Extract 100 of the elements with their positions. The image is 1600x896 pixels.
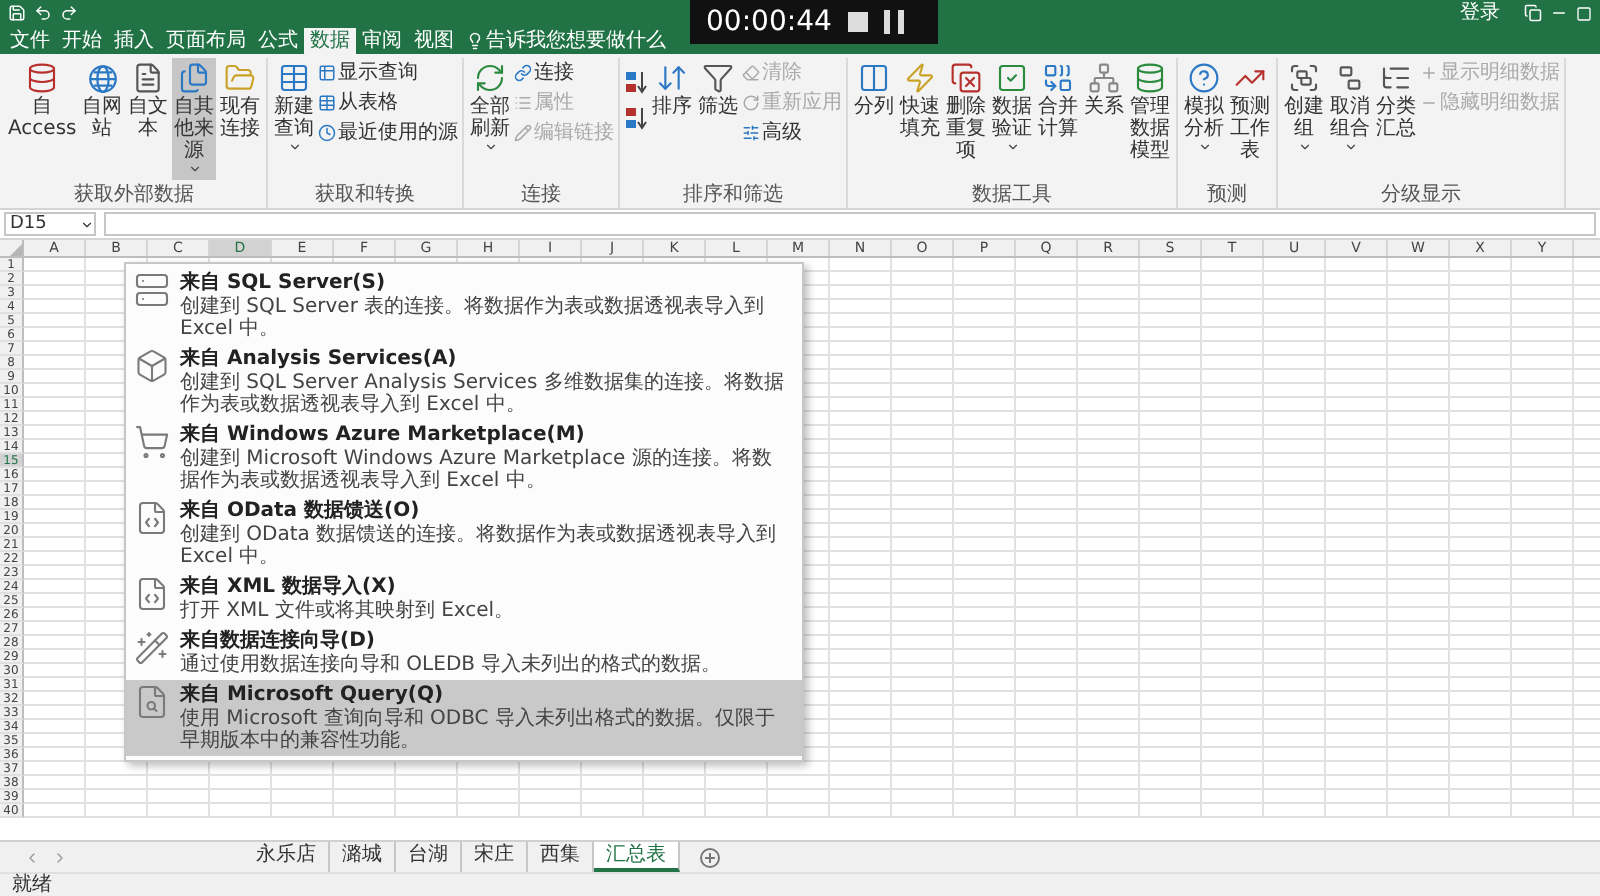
cart-icon xyxy=(134,424,170,460)
ribbon-small-button[interactable]: 高级 xyxy=(742,120,843,146)
maximize-icon[interactable] xyxy=(1576,5,1592,21)
menu-item[interactable]: 来自 OData 数据馈送(O) 创建到 OData 数据馈送的连接。将数据作为表或数据透视表导入到 Excel 中。 xyxy=(126,496,802,572)
ribbon-button[interactable]: 筛选 xyxy=(696,58,741,174)
save-icon[interactable] xyxy=(8,4,26,22)
caret-icon xyxy=(1343,140,1358,154)
menu-item-title: 来自 XML 数据导入(X) xyxy=(180,576,398,599)
menu-item-title: 来自 SQL Server(S) xyxy=(180,272,388,295)
delete-duplicates-icon xyxy=(948,60,985,96)
sort-icon xyxy=(654,60,691,96)
menu-item-title: 来自数据连接向导(D) xyxy=(180,630,377,653)
menu-item[interactable]: 来自 XML 数据导入(X) 打开 XML 文件或将其映射到 Excel。 xyxy=(126,572,802,626)
ribbon-small-button[interactable]: 显示查询 xyxy=(318,60,459,86)
clock-icon xyxy=(318,124,337,142)
sheet-tab[interactable]: 汇总表 xyxy=(594,842,680,872)
menu-item[interactable]: 来自 Microsoft Query(Q) 使用 Microsoft 查询向导和 ODBC 导入未列出格式的数据。仅限于早期版本中的兼容性功能。 xyxy=(126,680,802,756)
caret-icon xyxy=(1197,140,1212,154)
tell-me-search[interactable]: 告诉我您想要做什么 xyxy=(466,28,666,54)
ribbon-tab[interactable]: 视图 xyxy=(408,28,460,54)
ribbon-button[interactable]: 分列 xyxy=(852,58,897,174)
ribbon-small-button[interactable]: 从表格 xyxy=(318,90,459,116)
ribbon-button[interactable]: 现有连接 xyxy=(218,58,263,174)
ribbon-button[interactable]: 自其他来源 xyxy=(172,58,217,180)
ribbon-button[interactable]: 数据验证 xyxy=(990,58,1035,174)
ribbon-tab[interactable]: 公式 xyxy=(252,28,304,54)
pencil-icon xyxy=(514,124,533,142)
table-icon xyxy=(318,64,337,82)
ribbon-button[interactable]: 新建查询 xyxy=(272,58,317,174)
menu-item-description: 通过使用数据连接向导和 OLEDB 导入未列出的格式的数据。 xyxy=(180,654,722,676)
ribbon-button[interactable]: 删除重复项 xyxy=(944,58,989,174)
wizard-icon xyxy=(134,630,170,666)
ribbon-button[interactable]: 预测工作表 xyxy=(1228,58,1273,174)
ribbon-tab[interactable]: 审阅 xyxy=(356,28,408,54)
ribbon-button[interactable]: 取消组合 xyxy=(1328,58,1373,174)
ribbon-tab[interactable]: 开始 xyxy=(56,28,108,54)
caret-icon xyxy=(187,162,202,176)
group-icon xyxy=(1286,60,1323,96)
sort-descending-icon[interactable] xyxy=(624,106,649,130)
ribbon-tab[interactable]: 文件 xyxy=(4,28,56,54)
menu-item-description: 创建到 SQL Server 表的连接。将数据作为表或数据透视表导入到 Excel 中。 xyxy=(180,296,767,340)
lightbulb-icon xyxy=(466,32,484,50)
eraser-icon xyxy=(742,64,761,82)
ribbon-button[interactable]: 自 Access xyxy=(6,58,79,174)
ribbon-small-button[interactable]: 最近使用的源 xyxy=(318,120,459,146)
refresh-icon xyxy=(472,60,509,96)
checkbox-icon xyxy=(994,60,1031,96)
menu-item-description: 打开 XML 文件或将其映射到 Excel。 xyxy=(180,600,515,622)
folder-icon xyxy=(222,60,259,96)
ribbon-button[interactable]: 模拟分析 xyxy=(1182,58,1227,174)
ribbon-button[interactable]: 管理数据模型 xyxy=(1128,58,1173,174)
ribbon-button[interactable]: 自网站 xyxy=(80,58,125,174)
group-label: 连接 xyxy=(519,184,564,208)
ribbon-small-button[interactable]: 连接 xyxy=(514,60,615,86)
group-label: 预测 xyxy=(1205,184,1250,208)
sort-ascending-icon[interactable] xyxy=(624,70,649,94)
ribbon-button[interactable]: 创建组 xyxy=(1282,58,1327,174)
ribbon-button[interactable]: 全部刷新 xyxy=(468,58,513,174)
ribbon-button[interactable]: 排序 xyxy=(650,58,695,174)
redo-icon[interactable] xyxy=(60,4,78,22)
lightning-icon xyxy=(902,60,939,96)
menu-item-title: 来自 Microsoft Query(Q) xyxy=(180,684,446,707)
group-label: 获取和转换 xyxy=(313,184,418,208)
formula-field[interactable] xyxy=(104,212,1596,236)
stop-icon[interactable] xyxy=(847,12,868,32)
menu-item-title: 来自 Analysis Services(A) xyxy=(180,348,459,371)
group-label: 排序和筛选 xyxy=(681,184,786,208)
undo-icon[interactable] xyxy=(34,4,52,22)
group-label: 获取外部数据 xyxy=(72,184,197,208)
ribbon-button[interactable]: 分类汇总 xyxy=(1374,58,1419,174)
ribbon-tab[interactable]: 插入 xyxy=(108,28,160,54)
ribbon-button[interactable]: 快速填充 xyxy=(898,58,943,174)
caret-icon xyxy=(483,140,498,154)
ribbon-button[interactable]: 合并计算 xyxy=(1036,58,1081,174)
database-icon xyxy=(1132,60,1169,96)
menu-item-title: 来自 OData 数据馈送(O) xyxy=(180,500,422,523)
query-document-icon xyxy=(134,684,170,720)
ribbon-button[interactable]: 自文本 xyxy=(126,58,171,174)
ribbon-tab[interactable]: 数据 xyxy=(304,28,356,54)
question-icon xyxy=(1186,60,1223,96)
menu-item[interactable]: 来自 Windows Azure Marketplace(M) 创建到 Microsoft Windows Azure Marketplace 源的连接。将数据作为表或数据透视表导入到 Excel 中。 xyxy=(126,420,802,496)
recording-time: 00:00:44 xyxy=(706,6,832,38)
database-icon xyxy=(24,60,61,96)
plus-icon xyxy=(1420,64,1439,82)
group-label: 分级显示 xyxy=(1379,184,1464,208)
menu-item[interactable]: 来自数据连接向导(D) 通过使用数据连接向导和 OLEDB 导入未列出的格式的数据。 xyxy=(126,626,802,680)
name-box[interactable]: D15 xyxy=(4,212,96,236)
menu-item[interactable]: 来自 Analysis Services(A) 创建到 SQL Server Analysis Services 多维数据集的连接。将数据作为表或数据透视表导入到 Excel 中。 xyxy=(126,344,802,420)
menu-item[interactable]: 来自 SQL Server(S) 创建到 SQL Server 表的连接。将数据作为表或数据透视表导入到 Excel 中。 xyxy=(126,268,802,344)
ribbon-tab[interactable]: 页面布局 xyxy=(160,28,252,54)
pause-icon[interactable] xyxy=(883,10,904,34)
combine-icon xyxy=(1040,60,1077,96)
sign-in-link[interactable]: 登录 xyxy=(1460,3,1500,23)
ribbon-button[interactable]: 关系 xyxy=(1082,58,1127,174)
rotate-icon xyxy=(742,94,761,112)
sliders-icon xyxy=(742,124,761,142)
add-sheet-icon[interactable] xyxy=(700,847,720,867)
link-icon xyxy=(514,64,533,82)
menu-item-title: 来自 Windows Azure Marketplace(M) xyxy=(180,424,587,447)
caret-icon xyxy=(80,217,94,231)
